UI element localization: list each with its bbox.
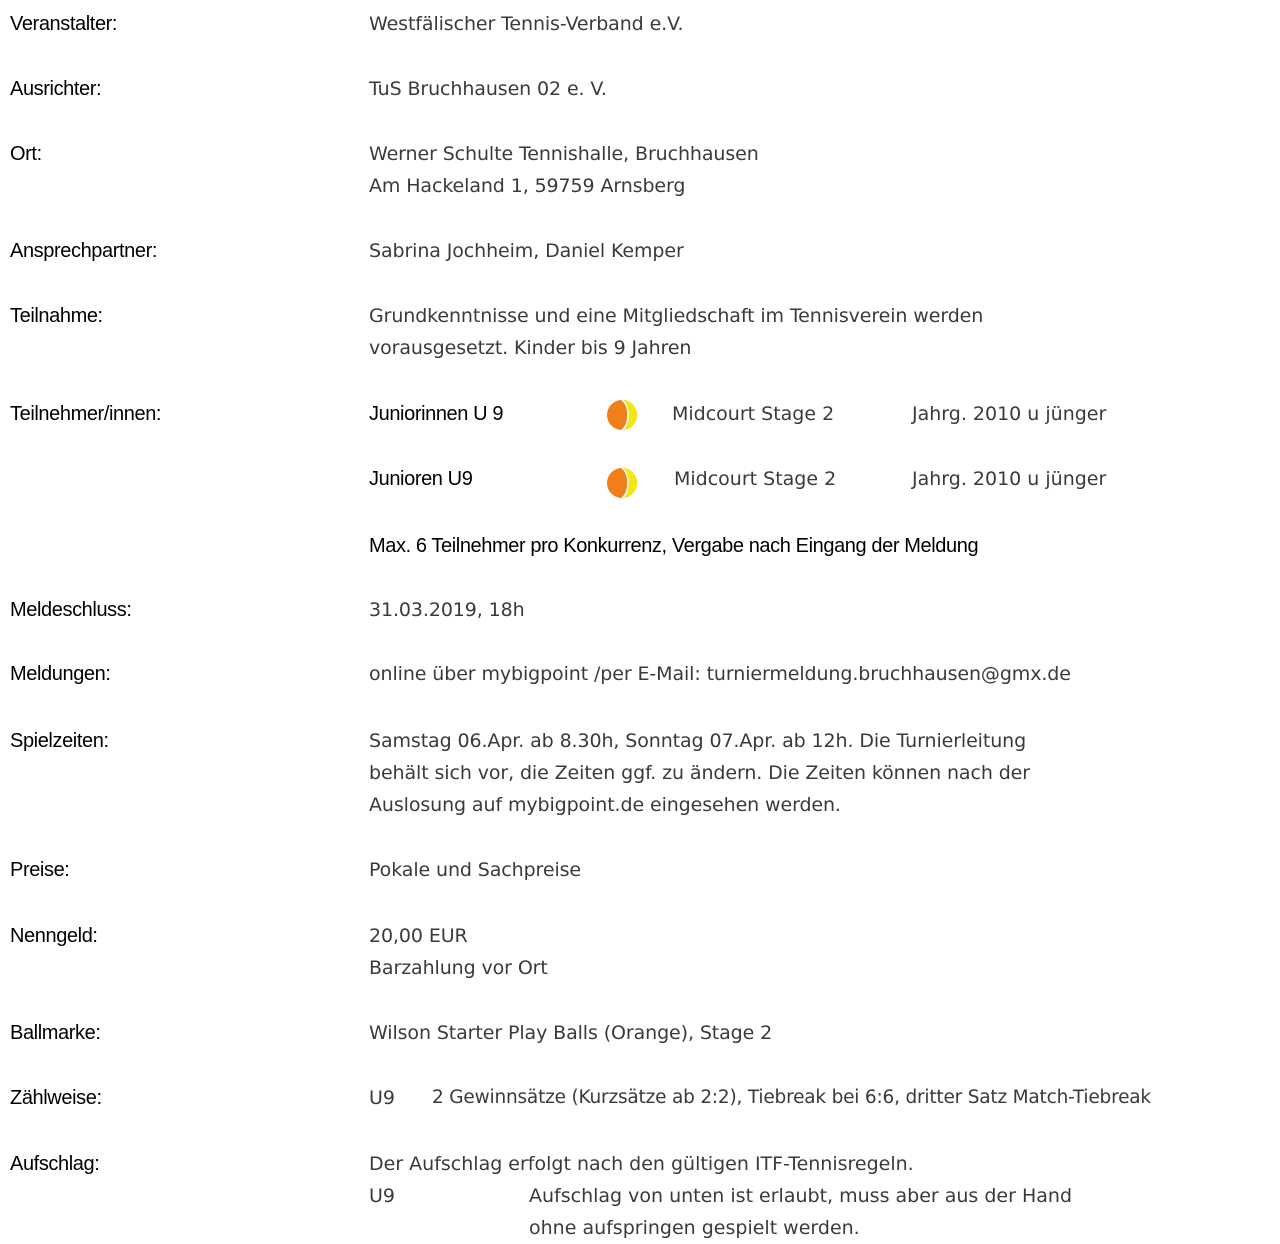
- value-nenngeld: 20,00 EUR Barzahlung vor Ort: [369, 920, 548, 984]
- label-meldungen: Meldungen:: [10, 663, 111, 685]
- label-meldeschluss: Meldeschluss:: [10, 599, 132, 621]
- label-ausrichter: Ausrichter:: [10, 78, 102, 100]
- aufschlag-line-2: Aufschlag von unten ist erlaubt, muss ab…: [529, 1185, 1073, 1207]
- stage-junioren: Midcourt Stage 2: [674, 468, 837, 490]
- jahrgang-juniorinnen: Jahrg. 2010 u jünger: [912, 403, 1107, 425]
- value-ballmarke: Wilson Starter Play Balls (Orange), Stag…: [369, 1022, 773, 1044]
- value-spielzeiten: Samstag 06.Apr. ab 8.30h, Sonntag 07.Apr…: [369, 725, 1030, 821]
- nenngeld-line-1: 20,00 EUR: [369, 925, 468, 947]
- value-meldeschluss: 31.03.2019, 18h: [369, 599, 525, 621]
- label-teilnahme: Teilnahme:: [10, 305, 103, 327]
- value-preise: Pokale und Sachpreise: [369, 859, 582, 881]
- stage-juniorinnen: Midcourt Stage 2: [672, 403, 835, 425]
- aufschlag-category: U9: [369, 1185, 395, 1207]
- jahrgang-junioren: Jahrg. 2010 u jünger: [912, 468, 1107, 490]
- aufschlag-line-1: Der Aufschlag erfolgt nach den gültigen …: [369, 1153, 914, 1175]
- spielzeiten-line-2: behält sich vor, die Zeiten ggf. zu ände…: [369, 762, 1030, 784]
- value-ausrichter: TuS Bruchhausen 02 e. V.: [369, 78, 607, 100]
- ort-line-2: Am Hackeland 1, 59759 Arnsberg: [369, 175, 686, 197]
- value-teilnahme: Grundkenntnisse und eine Mitgliedschaft …: [369, 300, 983, 364]
- label-spielzeiten: Spielzeiten:: [10, 730, 109, 752]
- label-nenngeld: Nenngeld:: [10, 925, 98, 947]
- spielzeiten-line-1: Samstag 06.Apr. ab 8.30h, Sonntag 07.Apr…: [369, 730, 1027, 752]
- label-preise: Preise:: [10, 859, 70, 881]
- value-zaehlweise: 2 Gewinnsätze (Kurzsätze ab 2:2), Tiebre…: [432, 1087, 1151, 1108]
- value-meldungen: online über mybigpoint /per E-Mail: turn…: [369, 663, 1071, 685]
- group-name-juniorinnen: Juniorinnen U 9: [369, 403, 504, 425]
- spielzeiten-line-3: Auslosung auf mybigpoint.de eingesehen w…: [369, 794, 841, 816]
- label-veranstalter: Veranstalter:: [10, 13, 118, 35]
- value-ort: Werner Schulte Tennishalle, Bruchhausen …: [369, 138, 759, 202]
- value-veranstalter: Westfälischer Tennis-Verband e.V.: [369, 13, 684, 35]
- nenngeld-line-2: Barzahlung vor Ort: [369, 957, 548, 979]
- orange-tennis-ball-icon: [607, 467, 637, 499]
- label-zaehlweise: Zählweise:: [10, 1087, 102, 1109]
- teilnehmer-note: Max. 6 Teilnehmer pro Konkurrenz, Vergab…: [369, 535, 979, 557]
- label-teilnehmer: Teilnehmer/innen:: [10, 403, 162, 425]
- teilnahme-line-2: vorausgesetzt. Kinder bis 9 Jahren: [369, 337, 692, 359]
- zaehlweise-category: U9: [369, 1087, 395, 1109]
- label-ansprechpartner: Ansprechpartner:: [10, 240, 158, 262]
- orange-tennis-ball-icon: [607, 399, 637, 431]
- label-aufschlag: Aufschlag:: [10, 1153, 100, 1175]
- label-ort: Ort:: [10, 143, 42, 165]
- value-ansprechpartner: Sabrina Jochheim, Daniel Kemper: [369, 240, 684, 262]
- label-ballmarke: Ballmarke:: [10, 1022, 101, 1044]
- ort-line-1: Werner Schulte Tennishalle, Bruchhausen: [369, 143, 759, 165]
- group-name-junioren: Junioren U9: [369, 468, 473, 490]
- aufschlag-line-3: ohne aufspringen gespielt werden.: [529, 1217, 860, 1239]
- teilnahme-line-1: Grundkenntnisse und eine Mitgliedschaft …: [369, 305, 984, 327]
